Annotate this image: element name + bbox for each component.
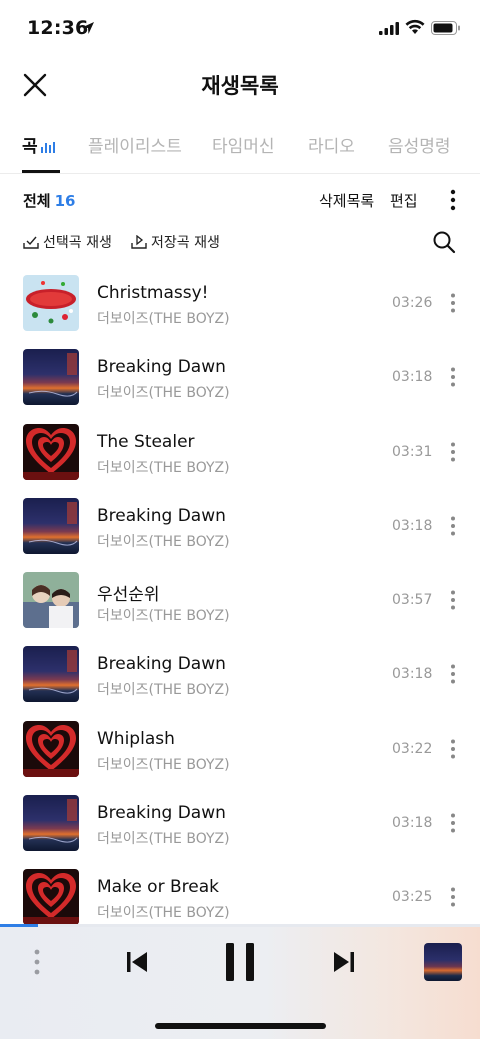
status-bar: 12:36 — [0, 0, 480, 56]
song-duration: 03:26 — [392, 295, 433, 311]
previous-track-icon[interactable] — [125, 950, 149, 974]
tab-timemachine[interactable]: 타임머신 — [212, 132, 275, 157]
play-saved-button[interactable]: 저장곡 재생 — [131, 232, 220, 252]
more-options-icon[interactable] — [446, 188, 460, 212]
wifi-icon — [405, 19, 425, 34]
more-options-icon[interactable] — [446, 738, 460, 760]
song-artist: 더보이즈(THE BOYZ) — [97, 533, 230, 550]
song-artist: 더보이즈(THE BOYZ) — [97, 311, 230, 327]
deleted-list-button[interactable]: 삭제목록 — [319, 190, 374, 211]
play-saved-label: 저장곡 재생 — [151, 235, 220, 251]
song-artist: 더보이즈(THE BOYZ) — [97, 905, 230, 922]
song-title: Breaking Dawn — [97, 505, 226, 526]
song-artist: 더보이즈(THE BOYZ) — [97, 756, 230, 773]
song-duration: 03:18 — [392, 369, 433, 386]
album-art — [23, 423, 79, 480]
album-art — [23, 646, 79, 703]
album-art — [23, 497, 79, 554]
song-row[interactable]: Breaking Dawn 더보이즈(THE BOYZ) 03:18 — [0, 489, 480, 563]
tab-bar: 곡 플레이리스트 타임머신 라디오 음성명령 — [0, 128, 480, 174]
more-options-icon[interactable] — [446, 515, 460, 537]
album-art — [23, 349, 79, 406]
song-title: Whiplash — [97, 728, 175, 749]
tab-songs-label: 곡 — [22, 137, 38, 157]
saved-play-icon — [131, 235, 147, 249]
song-duration: 03:18 — [392, 815, 433, 832]
location-arrow-icon — [82, 22, 94, 34]
cellular-signal-icon — [379, 22, 399, 35]
song-title: 우선순위 — [97, 585, 160, 606]
now-playing-album-art[interactable] — [424, 943, 462, 981]
song-duration: 03:18 — [392, 517, 433, 534]
page-title: 재생목록 — [201, 74, 279, 98]
list-header: 전체 16 삭제목록 편집 — [0, 186, 480, 216]
total-count: 전체 16 — [23, 190, 75, 211]
song-duration: 03:31 — [392, 443, 433, 460]
home-indicator — [155, 1023, 326, 1029]
song-row[interactable]: Breaking Dawn 더보이즈(THE BOYZ) 03:18 — [0, 340, 480, 414]
tab-playlist[interactable]: 플레이리스트 — [88, 132, 182, 157]
more-options-icon[interactable] — [446, 292, 460, 314]
equalizer-icon — [40, 142, 55, 153]
tab-songs[interactable]: 곡 — [22, 132, 55, 157]
next-track-icon[interactable] — [332, 950, 356, 974]
song-title: The Stealer — [97, 431, 195, 452]
song-row[interactable]: 우선순위더보이즈(THE BOYZ) 03:57 — [0, 563, 480, 637]
album-art — [23, 720, 79, 777]
active-tab-indicator — [22, 170, 60, 173]
song-artist: 더보이즈(THE BOYZ) — [97, 608, 230, 625]
edit-button[interactable]: 편집 — [390, 190, 418, 211]
song-artist: 더보이즈(THE BOYZ) — [97, 385, 230, 402]
song-duration: 03:25 — [392, 889, 433, 906]
song-duration: 03:22 — [392, 740, 433, 757]
song-artist: 더보이즈(THE BOYZ) — [97, 831, 230, 848]
song-title: Breaking Dawn — [97, 803, 226, 824]
song-title: Breaking Dawn — [97, 654, 226, 675]
mini-player — [0, 927, 480, 1039]
play-selected-button[interactable]: 선택곡 재생 — [23, 232, 112, 252]
song-title: Breaking Dawn — [97, 357, 226, 378]
total-label: 전체 — [23, 192, 51, 210]
song-list: Christmassy! 더보이즈(THE BOYZ) 03:26 Breaking … — [0, 266, 480, 935]
more-options-icon[interactable] — [446, 366, 460, 388]
play-selected-label: 선택곡 재생 — [43, 235, 112, 251]
tab-voice-command[interactable]: 음성명령 — [388, 132, 451, 157]
song-title: Make or Break — [97, 877, 219, 898]
search-icon[interactable] — [432, 230, 456, 254]
song-row[interactable]: The Stealer 더보이즈(THE BOYZ) 03:31 — [0, 415, 480, 489]
album-art — [23, 275, 79, 331]
song-row[interactable]: Breaking Dawn 더보이즈(THE BOYZ) 03:18 — [0, 637, 480, 711]
more-options-icon[interactable] — [446, 663, 460, 685]
song-duration: 03:18 — [392, 666, 433, 683]
song-duration: 03:57 — [392, 592, 433, 609]
album-art — [23, 572, 79, 629]
player-menu-icon[interactable] — [31, 947, 43, 977]
play-controls-row: 선택곡 재생 저장곡 재생 — [0, 228, 480, 258]
song-artist: 더보이즈(THE BOYZ) — [97, 459, 230, 476]
song-row[interactable]: Breaking Dawn 더보이즈(THE BOYZ) 03:18 — [0, 786, 480, 860]
more-options-icon[interactable] — [446, 812, 460, 834]
song-row[interactable]: Christmassy! 더보이즈(THE BOYZ) 03:26 — [0, 266, 480, 340]
song-title: Christmassy! — [97, 283, 209, 303]
song-row[interactable]: Whiplash 더보이즈(THE BOYZ) 03:22 — [0, 712, 480, 786]
battery-icon — [431, 21, 460, 35]
more-options-icon[interactable] — [446, 441, 460, 463]
song-artist: 더보이즈(THE BOYZ) — [97, 682, 230, 699]
total-count-number: 16 — [54, 192, 76, 210]
check-play-icon — [23, 236, 39, 249]
header: 재생목록 — [0, 56, 480, 112]
album-art — [23, 869, 79, 926]
more-options-icon[interactable] — [446, 589, 460, 611]
album-art — [23, 795, 79, 852]
tab-radio[interactable]: 라디오 — [308, 132, 355, 157]
pause-icon[interactable] — [224, 942, 256, 982]
more-options-icon[interactable] — [446, 886, 460, 908]
